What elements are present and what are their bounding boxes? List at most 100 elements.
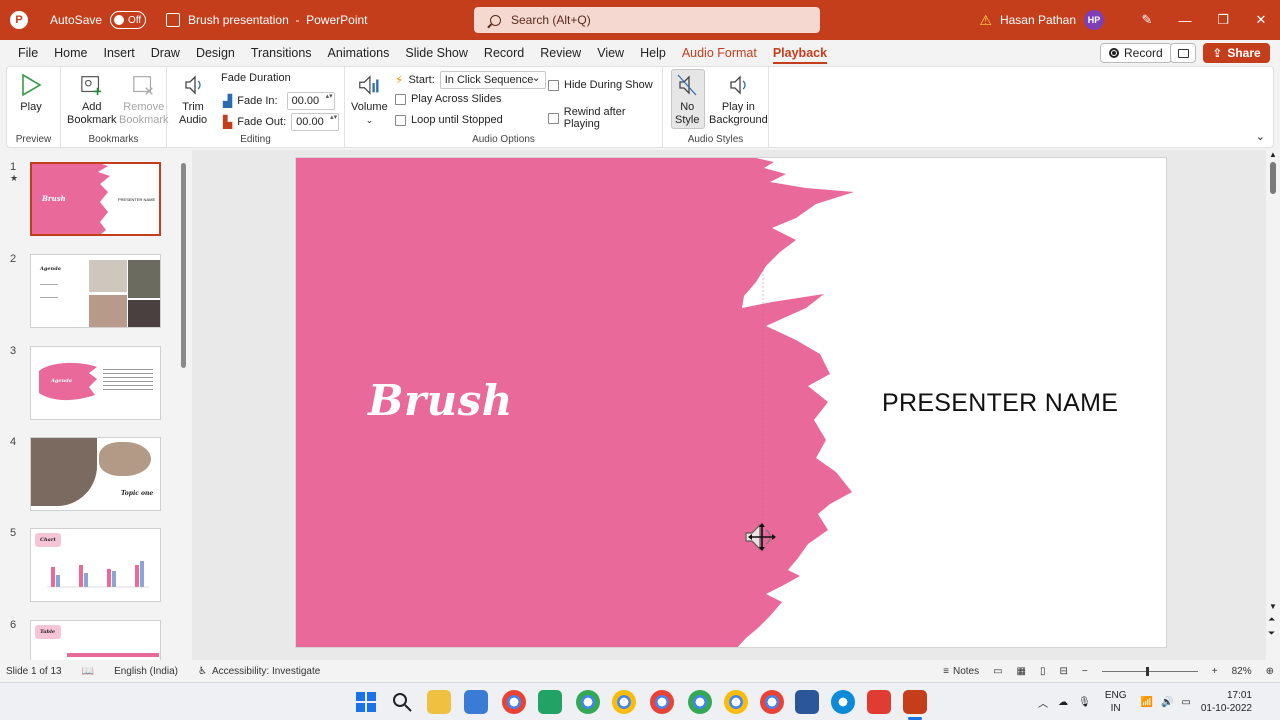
notepad-icon[interactable] <box>464 690 488 714</box>
trim-audio-button[interactable]: Trim Audio <box>179 73 207 127</box>
chrome-profile-2-icon[interactable] <box>612 690 636 714</box>
recorder-icon[interactable] <box>867 690 891 714</box>
start-dropdown[interactable]: In Click Sequence <box>439 70 546 89</box>
thumbnail-scroll-thumb[interactable] <box>181 163 186 368</box>
tab-draw[interactable]: Draw <box>143 40 188 66</box>
word-icon[interactable] <box>795 690 819 714</box>
tab-design[interactable]: Design <box>188 40 243 66</box>
reading-view-icon[interactable]: ▯ <box>1040 666 1046 677</box>
slide-thumbnail-3[interactable]: Agenda <box>30 346 161 420</box>
tab-review[interactable]: Review <box>532 40 589 66</box>
play-button[interactable]: Play <box>19 73 43 114</box>
slideshow-view-icon[interactable]: ⊟ <box>1060 666 1068 677</box>
loop-checkbox[interactable] <box>395 114 406 126</box>
zoom-in-icon[interactable]: + <box>1212 666 1218 677</box>
minimize-button[interactable]: — <box>1166 0 1204 40</box>
slide-thumbnail-2[interactable]: Agenda <box>30 254 161 328</box>
microphone-icon[interactable]: 🎙 <box>1078 697 1091 708</box>
slide-thumbnail-4[interactable]: Topic one <box>30 437 161 511</box>
close-button[interactable]: ✕ <box>1242 0 1280 40</box>
record-button[interactable]: Record <box>1100 43 1172 63</box>
play-across-checkbox[interactable] <box>395 93 406 105</box>
zoom-slider[interactable] <box>1101 666 1198 676</box>
notes-button[interactable]: ≡ Notes <box>943 666 979 677</box>
user-name[interactable]: Hasan Pathan <box>1000 13 1076 27</box>
pen-icon[interactable]: ✎ <box>1128 0 1166 40</box>
fade-in-input[interactable]: 00.00 <box>286 92 335 110</box>
rewind-checkbox[interactable] <box>548 112 559 124</box>
slide-thumbnail-6[interactable]: Table <box>30 620 161 660</box>
audio-object-icon[interactable] <box>744 520 780 554</box>
scroll-up-icon[interactable]: ▲ <box>1269 150 1277 159</box>
main-slide[interactable]: Brush PRESENTER NAME <box>295 157 1167 648</box>
windows-start-icon[interactable] <box>354 690 378 714</box>
chrome-profile-6-icon[interactable] <box>760 690 784 714</box>
wifi-icon[interactable]: 📶 <box>1140 697 1152 708</box>
powerpoint-taskbar-icon[interactable] <box>903 690 927 714</box>
tab-record[interactable]: Record <box>476 40 532 66</box>
camtasia-icon[interactable] <box>538 690 562 714</box>
normal-view-icon[interactable]: ▭ <box>993 666 1002 677</box>
loop-row[interactable]: Loop until Stopped <box>395 114 503 126</box>
chrome-profile-3-icon[interactable] <box>650 690 674 714</box>
no-style-button[interactable]: No Style <box>675 73 699 127</box>
tab-view[interactable]: View <box>589 40 632 66</box>
slide-sorter-icon[interactable]: ▦ <box>1017 666 1026 677</box>
thumbnail-scrollbar[interactable] <box>180 160 187 650</box>
play-across-row[interactable]: Play Across Slides <box>395 93 501 105</box>
tray-chevron-icon[interactable]: ︿ <box>1038 695 1048 710</box>
clock[interactable]: 17:01 01-10-2022 <box>1201 689 1252 715</box>
avatar[interactable]: HP <box>1084 10 1104 30</box>
add-bookmark-button[interactable]: Add Bookmark <box>67 73 117 127</box>
onedrive-icon[interactable]: ☁ <box>1058 697 1068 708</box>
slide-thumbnail-1[interactable]: Brush PRESENTER NAME <box>30 162 161 236</box>
tab-home[interactable]: Home <box>46 40 95 66</box>
editor-scroll-thumb[interactable] <box>1270 162 1276 194</box>
rewind-row[interactable]: Rewind after Playing <box>548 106 662 130</box>
slide-title[interactable]: Brush <box>368 376 513 425</box>
next-slide-icon[interactable]: ⏷ <box>1268 628 1275 639</box>
accessibility-status[interactable]: ♿ Accessibility: Investigate <box>198 666 320 677</box>
hide-checkbox[interactable] <box>548 79 559 91</box>
file-explorer-icon[interactable] <box>427 690 451 714</box>
remove-bookmark-button[interactable]: Remove Bookmark <box>119 73 169 127</box>
edge-icon[interactable] <box>831 690 855 714</box>
collapse-ribbon-icon[interactable]: ⌄ <box>1256 130 1265 143</box>
taskbar-search-icon[interactable] <box>390 690 414 714</box>
restore-button[interactable]: ❐ <box>1204 0 1242 40</box>
slide-thumbnail-5[interactable]: Chart <box>30 528 161 602</box>
tab-help[interactable]: Help <box>632 40 674 66</box>
hide-row[interactable]: Hide During Show <box>548 79 653 91</box>
zoom-level[interactable]: 82% <box>1232 666 1252 677</box>
chrome-profile-5-icon[interactable] <box>724 690 748 714</box>
tab-animations[interactable]: Animations <box>320 40 398 66</box>
fade-out-input[interactable]: 00.00 <box>291 113 340 131</box>
tab-file[interactable]: File <box>10 40 46 66</box>
tab-transitions[interactable]: Transitions <box>243 40 320 66</box>
search-input[interactable]: Search (Alt+Q) <box>474 7 820 33</box>
zoom-out-icon[interactable]: − <box>1082 666 1088 677</box>
prev-slide-icon[interactable]: ⏶ <box>1268 614 1275 625</box>
save-icon[interactable] <box>166 13 181 27</box>
chrome-profile-1-icon[interactable] <box>576 690 600 714</box>
speaker-icon[interactable]: 🔊 <box>1161 697 1173 708</box>
battery-icon[interactable]: ▭ <box>1181 697 1190 708</box>
share-button[interactable]: ⇪ Share <box>1203 43 1270 63</box>
comments-button[interactable] <box>1170 43 1196 63</box>
volume-button[interactable]: Volume ⌄ <box>351 73 388 127</box>
editor-scrollbar[interactable]: ▲ ▼ ⏶ ⏷ <box>1266 150 1280 660</box>
chrome-profile-4-icon[interactable] <box>688 690 712 714</box>
tab-slide-show[interactable]: Slide Show <box>397 40 476 66</box>
warning-icon[interactable]: ⚠ <box>979 12 992 29</box>
tab-insert[interactable]: Insert <box>96 40 143 66</box>
autosave-toggle[interactable]: Off <box>110 11 147 29</box>
tab-audio-format[interactable]: Audio Format <box>674 40 765 66</box>
play-in-background-button[interactable]: Play in Background <box>709 73 768 127</box>
language-indicator[interactable]: ENG IN <box>1105 689 1127 715</box>
fit-slide-icon[interactable]: ⊕ <box>1266 666 1274 677</box>
scroll-down-icon[interactable]: ▼ <box>1269 602 1277 611</box>
spelling-icon[interactable]: 📖 <box>82 666 94 677</box>
language-status[interactable]: English (India) <box>114 666 178 677</box>
presenter-name[interactable]: PRESENTER NAME <box>882 389 1118 418</box>
zoom-slider-knob[interactable] <box>1145 666 1149 676</box>
